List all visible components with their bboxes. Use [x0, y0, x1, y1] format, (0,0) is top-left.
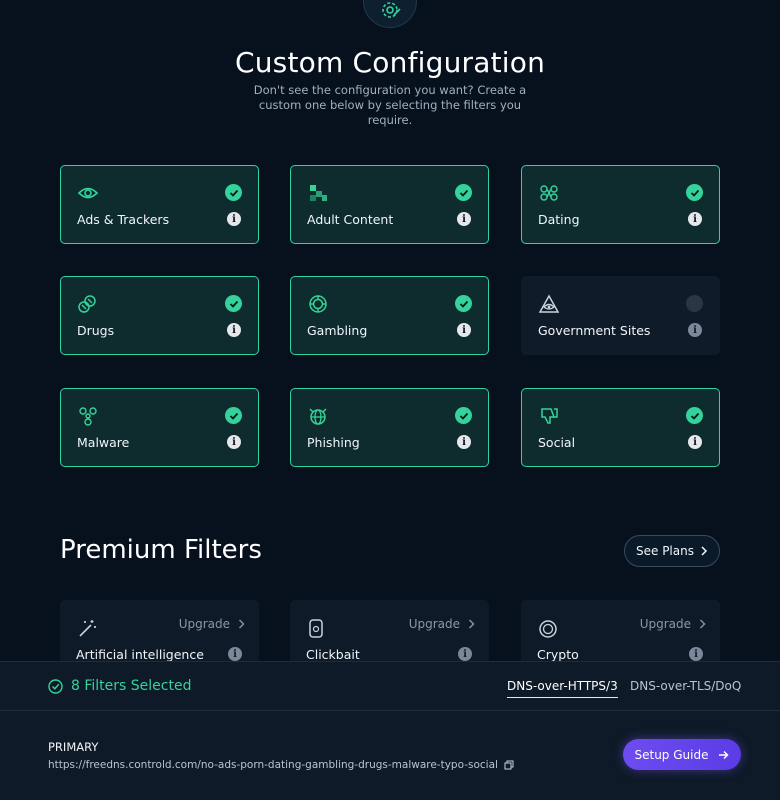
info-icon[interactable]: i [688, 435, 702, 449]
footer-divider [0, 710, 780, 711]
filter-label: Drugs [77, 323, 115, 338]
copy-icon[interactable] [504, 760, 514, 770]
pills-icon [78, 295, 96, 313]
check-icon[interactable] [225, 184, 242, 201]
info-icon[interactable]: i [228, 647, 242, 661]
chevron-right-icon [239, 619, 245, 629]
see-plans-button[interactable]: See Plans [624, 535, 720, 567]
filter-label: Gambling [307, 323, 368, 338]
info-icon[interactable]: i [457, 212, 471, 226]
filter-card-gambling[interactable]: Gambling i [290, 276, 489, 355]
chevron-right-icon [700, 619, 706, 629]
check-icon[interactable] [686, 184, 703, 201]
phone-icon [309, 619, 323, 638]
coin-icon [539, 620, 557, 638]
info-icon[interactable]: i [688, 323, 702, 337]
premium-label: Artificial intelligence [76, 647, 204, 662]
upgrade-label: Upgrade [178, 617, 230, 631]
setup-guide-label: Setup Guide [634, 747, 709, 762]
settings-badge [363, 0, 417, 28]
filter-card-malware[interactable]: Malware i [60, 388, 259, 467]
thumbs-down-icon [541, 408, 558, 424]
primary-label: PRIMARY [48, 740, 99, 754]
dating-icon [540, 185, 558, 201]
arrow-right-icon [719, 750, 730, 759]
check-icon[interactable] [455, 184, 472, 201]
filter-card-dating[interactable]: Dating i [521, 165, 720, 244]
globe-icon [309, 408, 327, 425]
info-icon[interactable]: i [688, 212, 702, 226]
filter-label: Malware [77, 435, 130, 450]
squares-icon [310, 185, 327, 201]
check-icon[interactable] [455, 295, 472, 312]
upgrade-link[interactable]: Upgrade [640, 617, 706, 631]
filter-label: Dating [538, 212, 580, 227]
check-circle-icon [48, 678, 63, 694]
magic-wand-icon [79, 620, 96, 637]
filter-label: Ads & Trackers [77, 212, 170, 227]
upgrade-label: Upgrade [408, 617, 460, 631]
chevron-right-icon [701, 546, 708, 556]
premium-label: Clickbait [306, 647, 360, 662]
filter-card-adult-content[interactable]: Adult Content i [290, 165, 489, 244]
resolver-url[interactable]: https://freedns.controld.com/no-ads-porn… [48, 759, 514, 771]
tab-dns-over-tls[interactable]: DNS-over-TLS/DoQ [630, 679, 741, 697]
filter-card-ads-trackers[interactable]: Ads & Trackers i [60, 165, 259, 244]
unchecked-icon[interactable] [686, 295, 703, 312]
chevron-right-icon [469, 619, 475, 629]
check-icon[interactable] [225, 407, 242, 424]
page-subtitle: Don't see the configuration you want? Cr… [253, 83, 527, 127]
pyramid-eye-icon [538, 294, 560, 313]
check-icon[interactable] [225, 295, 242, 312]
upgrade-link[interactable]: Upgrade [409, 617, 475, 631]
filters-selected-text: 8 Filters Selected [71, 678, 192, 694]
filter-card-social[interactable]: Social i [521, 388, 720, 467]
info-icon[interactable]: i [458, 647, 472, 661]
upgrade-link[interactable]: Upgrade [179, 617, 245, 631]
upgrade-label: Upgrade [639, 617, 691, 631]
see-plans-label: See Plans [636, 544, 694, 558]
filters-selected-status: 8 Filters Selected [48, 678, 191, 694]
filter-card-drugs[interactable]: Drugs i [60, 276, 259, 355]
eye-icon [77, 187, 99, 199]
filter-label: Phishing [307, 435, 360, 450]
filter-label: Social [538, 435, 576, 450]
filter-card-government-sites[interactable]: Government Sites i [521, 276, 720, 355]
premium-filters-title: Premium Filters [60, 535, 262, 565]
info-icon[interactable]: i [227, 212, 241, 226]
gear-pencil-icon [382, 2, 401, 18]
page-title: Custom Configuration [234, 46, 546, 79]
info-icon[interactable]: i [689, 647, 703, 661]
chip-icon [309, 295, 327, 313]
check-icon[interactable] [686, 407, 703, 424]
config-footer: 8 Filters Selected DNS-over-HTTPS/3 DNS-… [0, 661, 780, 800]
resolver-url-text[interactable]: https://freedns.controld.com/no-ads-porn… [48, 759, 498, 771]
info-icon[interactable]: i [457, 435, 471, 449]
filter-card-phishing[interactable]: Phishing i [290, 388, 489, 467]
setup-guide-button[interactable]: Setup Guide [623, 739, 741, 770]
info-icon[interactable]: i [457, 323, 471, 337]
info-icon[interactable]: i [227, 323, 241, 337]
check-icon[interactable] [455, 407, 472, 424]
info-icon[interactable]: i [227, 435, 241, 449]
tab-dns-over-https[interactable]: DNS-over-HTTPS/3 [507, 679, 618, 698]
premium-label: Crypto [537, 647, 579, 662]
biohazard-icon [79, 407, 97, 426]
filter-label: Adult Content [307, 212, 394, 227]
filter-label: Government Sites [538, 323, 651, 338]
